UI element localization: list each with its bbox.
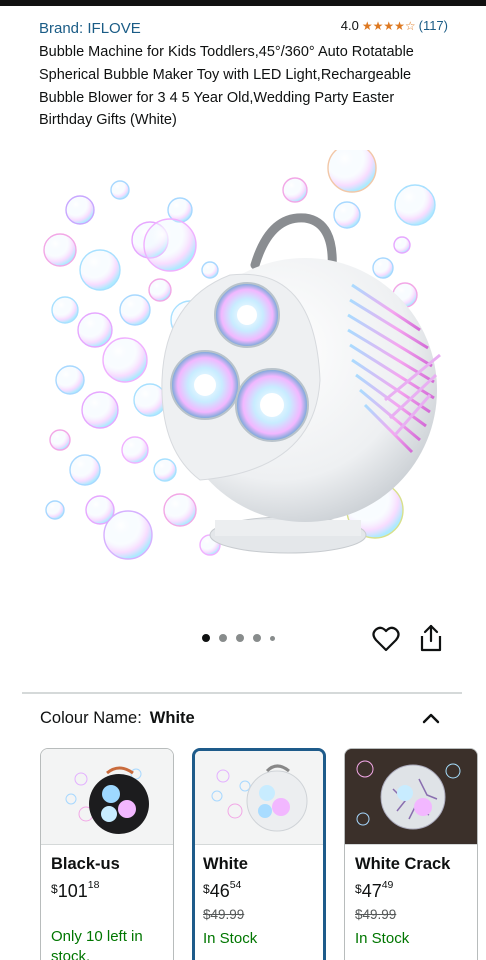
- rating-summary[interactable]: 4.0 ★★★★☆ (117): [341, 18, 448, 33]
- swatch-price: $4749: [355, 879, 394, 901]
- colour-label: Colour Name:: [40, 709, 142, 727]
- pagination-dot[interactable]: [219, 634, 227, 642]
- swatch-black-us[interactable]: Black-us $10118 Only 10 left in stock.: [40, 748, 174, 960]
- swatch-stock: In Stock: [355, 930, 410, 947]
- brand-rating-row: Brand: IFLOVE 4.0 ★★★★☆ (117): [39, 18, 448, 40]
- swatch-thumbnail: [41, 749, 173, 845]
- heart-icon[interactable]: [372, 626, 400, 652]
- colour-selector-header[interactable]: Colour Name: White: [40, 709, 446, 733]
- colour-swatch-list: Black-us $10118 Only 10 left in stock. W…: [40, 748, 486, 960]
- swatch-name: White Crack: [355, 855, 451, 873]
- pagination-dot[interactable]: [270, 635, 275, 641]
- swatch-white[interactable]: White $4654 $49.99 In Stock: [192, 748, 326, 960]
- product-title: Bubble Machine for Kids Toddlers,45°/360…: [39, 44, 414, 129]
- pagination-dot[interactable]: [202, 634, 210, 642]
- swatch-list-price: $49.99: [355, 907, 397, 922]
- pagination-dot[interactable]: [236, 634, 244, 642]
- brand-link[interactable]: Brand: IFLOVE: [39, 20, 141, 37]
- rating-value: 4.0: [340, 18, 359, 33]
- pagination-dot[interactable]: [253, 634, 261, 642]
- image-pagination: [202, 634, 275, 642]
- swatch-name: Black-us: [51, 855, 120, 873]
- swatch-white-crack[interactable]: White Crack $4749 $49.99 In Stock: [344, 748, 478, 960]
- swatch-thumbnail: [345, 749, 477, 845]
- section-divider: [22, 692, 462, 694]
- review-count-link[interactable]: (117): [419, 18, 448, 33]
- swatch-thumbnail: [195, 751, 323, 845]
- swatch-name: White: [203, 855, 248, 873]
- chevron-up-icon[interactable]: [422, 711, 440, 725]
- colour-selected-value: White: [149, 709, 195, 727]
- status-bar: [0, 0, 486, 6]
- swatch-stock: Only 10 left in stock.: [51, 928, 143, 960]
- product-image[interactable]: [40, 150, 450, 605]
- swatch-price: $4654: [203, 879, 242, 901]
- rating-stars-icon: ★★★★☆: [361, 18, 416, 33]
- swatch-list-price: $49.99: [203, 907, 245, 922]
- share-icon[interactable]: [419, 624, 443, 652]
- swatch-stock: In Stock: [203, 930, 258, 947]
- swatch-price: $10118: [51, 879, 100, 901]
